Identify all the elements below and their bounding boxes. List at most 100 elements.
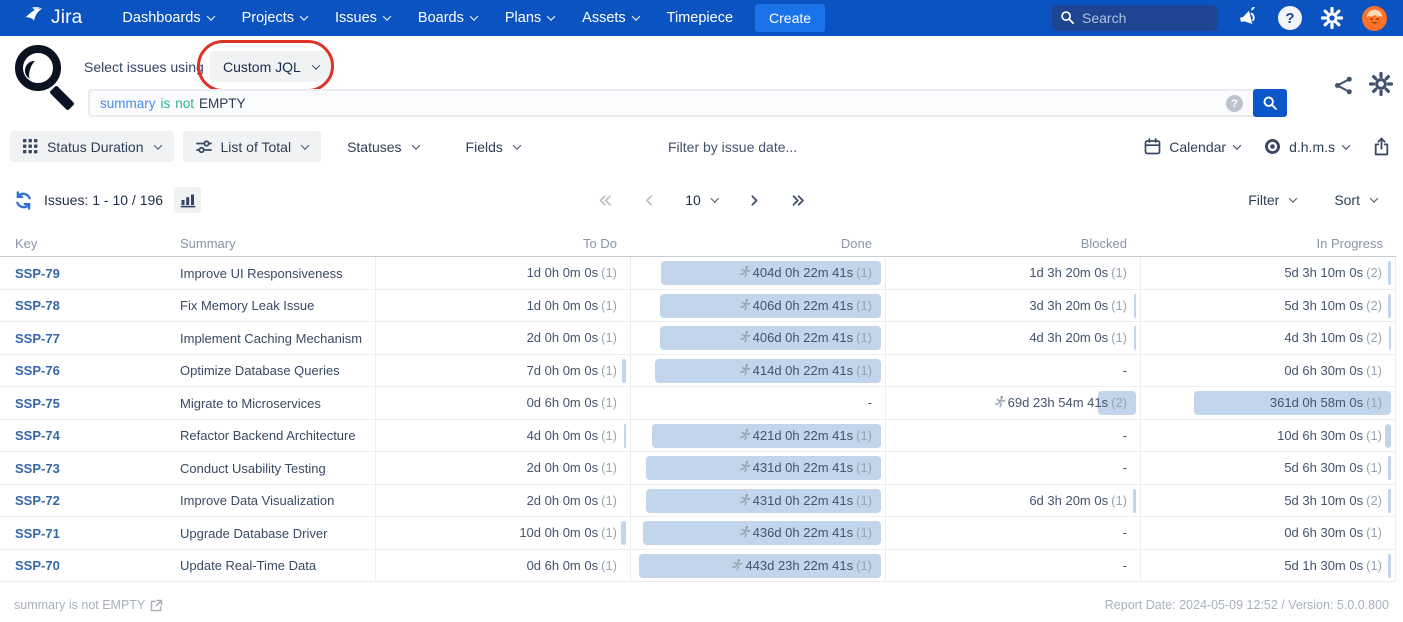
chart-view-button[interactable] xyxy=(174,187,201,213)
filter-dropdown[interactable]: Filter xyxy=(1248,192,1296,208)
sliders-icon xyxy=(196,139,212,155)
help-icon[interactable]: ? xyxy=(1278,6,1302,30)
transition-count: (1) xyxy=(856,493,872,508)
duration-text: 5d 6h 30m 0s(1) xyxy=(1141,452,1395,484)
key-cell: SSP-77 xyxy=(0,322,180,354)
table-row: SSP-75Migrate to Microservices0d 6h 0m 0… xyxy=(0,387,1396,420)
key-cell: SSP-72 xyxy=(0,485,180,517)
menu-projects[interactable]: Projects xyxy=(242,10,307,26)
duration-cell-done: 436d 0h 22m 41s(1) xyxy=(630,517,885,549)
jql-search-button[interactable] xyxy=(1253,89,1287,117)
transition-count: (1) xyxy=(601,493,617,508)
fields-dropdown[interactable]: Fields xyxy=(466,139,520,155)
table-row: SSP-73Conduct Usability Testing2d 0h 0m … xyxy=(0,452,1396,485)
transition-count: (1) xyxy=(601,265,617,280)
user-avatar[interactable] xyxy=(1362,6,1387,31)
export-button[interactable] xyxy=(1373,137,1390,156)
report-settings-button[interactable] xyxy=(1369,72,1393,96)
transition-count: (2) xyxy=(1366,493,1382,508)
duration-cell-blocked: - xyxy=(885,420,1140,452)
duration-cell-inprogress: 5d 1h 30m 0s(1) xyxy=(1140,550,1396,582)
duration-text: 3d 3h 20m 0s(1) xyxy=(886,290,1140,322)
issue-key-link[interactable]: SSP-78 xyxy=(15,298,60,313)
select-issues-label: Select issues using xyxy=(84,59,204,75)
next-page-button[interactable] xyxy=(747,193,762,208)
issue-key-link[interactable]: SSP-76 xyxy=(15,363,60,378)
runner-icon xyxy=(737,428,751,442)
transition-count: (1) xyxy=(856,265,872,280)
search-input[interactable] xyxy=(1052,5,1218,31)
duration-cell-inprogress: 5d 3h 10m 0s(2) xyxy=(1140,257,1396,289)
issue-key-link[interactable]: SSP-71 xyxy=(15,526,60,541)
duration-text: - xyxy=(886,355,1140,387)
prev-page-button[interactable] xyxy=(641,193,656,208)
issue-summary: Improve Data Visualization xyxy=(180,485,375,517)
jql-query-text: summary is not EMPTY xyxy=(100,91,246,115)
duration-cell-todo: 1d 0h 0m 0s(1) xyxy=(375,257,630,289)
menu-issues[interactable]: Issues xyxy=(335,10,390,26)
footer-jql-link[interactable]: summary is not EMPTY xyxy=(14,598,163,612)
transition-count: (2) xyxy=(1111,395,1127,410)
chevron-down-icon xyxy=(711,194,719,202)
external-link-icon xyxy=(150,599,163,612)
jql-query-input[interactable]: summary is not EMPTY ? xyxy=(88,89,1287,117)
duration-text: - xyxy=(886,420,1140,452)
page-size-select[interactable]: 10 xyxy=(685,192,718,208)
column-header-todo: To Do xyxy=(375,236,630,251)
chevron-left-icon xyxy=(641,193,656,208)
transition-count: (1) xyxy=(601,558,617,573)
first-page-button[interactable] xyxy=(597,193,612,208)
chevron-right-icon xyxy=(747,193,762,208)
calendar-dropdown[interactable]: Calendar xyxy=(1144,138,1240,155)
settings-button[interactable] xyxy=(1321,7,1343,29)
duration-cell-blocked: - xyxy=(885,517,1140,549)
duration-text: - xyxy=(631,387,885,419)
statuses-dropdown[interactable]: Statuses xyxy=(347,139,418,155)
menu-dashboards[interactable]: Dashboards xyxy=(122,10,213,26)
issue-source-dropdown[interactable]: Custom JQL xyxy=(210,51,332,82)
search-icon xyxy=(1060,10,1075,30)
grid-icon xyxy=(23,139,38,154)
menu-timepiece[interactable]: Timepiece xyxy=(667,10,733,26)
jql-help-icon[interactable]: ? xyxy=(1226,95,1243,112)
chevron-down-icon xyxy=(206,12,214,20)
issue-date-filter-input[interactable]: Filter by issue date... xyxy=(668,139,797,155)
transition-count: (2) xyxy=(1366,298,1382,313)
issue-summary: Conduct Usability Testing xyxy=(180,452,375,484)
last-page-button[interactable] xyxy=(791,193,806,208)
menu-assets[interactable]: Assets xyxy=(582,10,639,26)
report-view-dropdown[interactable]: Status Duration xyxy=(10,131,174,162)
report-type-dropdown[interactable]: List of Total xyxy=(183,131,322,162)
chevron-down-icon xyxy=(411,141,419,149)
share-button[interactable] xyxy=(1333,75,1354,96)
runner-icon xyxy=(737,330,751,344)
issue-key-link[interactable]: SSP-73 xyxy=(15,461,60,476)
issue-key-link[interactable]: SSP-72 xyxy=(15,493,60,508)
duration-text: 0d 6h 0m 0s(1) xyxy=(376,550,630,582)
column-header-inprogress: In Progress xyxy=(1140,236,1396,251)
issue-key-link[interactable]: SSP-75 xyxy=(15,396,60,411)
refresh-button[interactable] xyxy=(14,191,33,210)
announcements-button[interactable] xyxy=(1237,7,1259,29)
duration-text: - xyxy=(886,452,1140,484)
issue-key-link[interactable]: SSP-79 xyxy=(15,266,60,281)
issue-key-link[interactable]: SSP-77 xyxy=(15,331,60,346)
menu-boards[interactable]: Boards xyxy=(418,10,477,26)
column-header-summary: Summary xyxy=(180,236,375,251)
menu-plans[interactable]: Plans xyxy=(505,10,554,26)
duration-text: 10d 0h 0m 0s(1) xyxy=(376,517,630,549)
duration-cell-todo: 1d 0h 0m 0s(1) xyxy=(375,290,630,322)
create-button[interactable]: Create xyxy=(755,4,825,32)
main-menu: Dashboards Projects Issues Boards Plans … xyxy=(122,10,733,26)
issue-key-link[interactable]: SSP-70 xyxy=(15,558,60,573)
pagination: 10 xyxy=(597,186,806,214)
jira-logo[interactable]: Jira xyxy=(24,5,82,32)
duration-cell-todo: 0d 6h 0m 0s(1) xyxy=(375,387,630,419)
sort-dropdown[interactable]: Sort xyxy=(1334,192,1377,208)
time-format-dropdown[interactable]: d.h.m.s xyxy=(1264,138,1349,155)
issue-key-link[interactable]: SSP-74 xyxy=(15,428,60,443)
duration-text: 4d 0h 0m 0s(1) xyxy=(376,420,630,452)
transition-count: (1) xyxy=(601,395,617,410)
duration-text: 5d 3h 10m 0s(2) xyxy=(1141,257,1395,289)
transition-count: (2) xyxy=(1366,265,1382,280)
